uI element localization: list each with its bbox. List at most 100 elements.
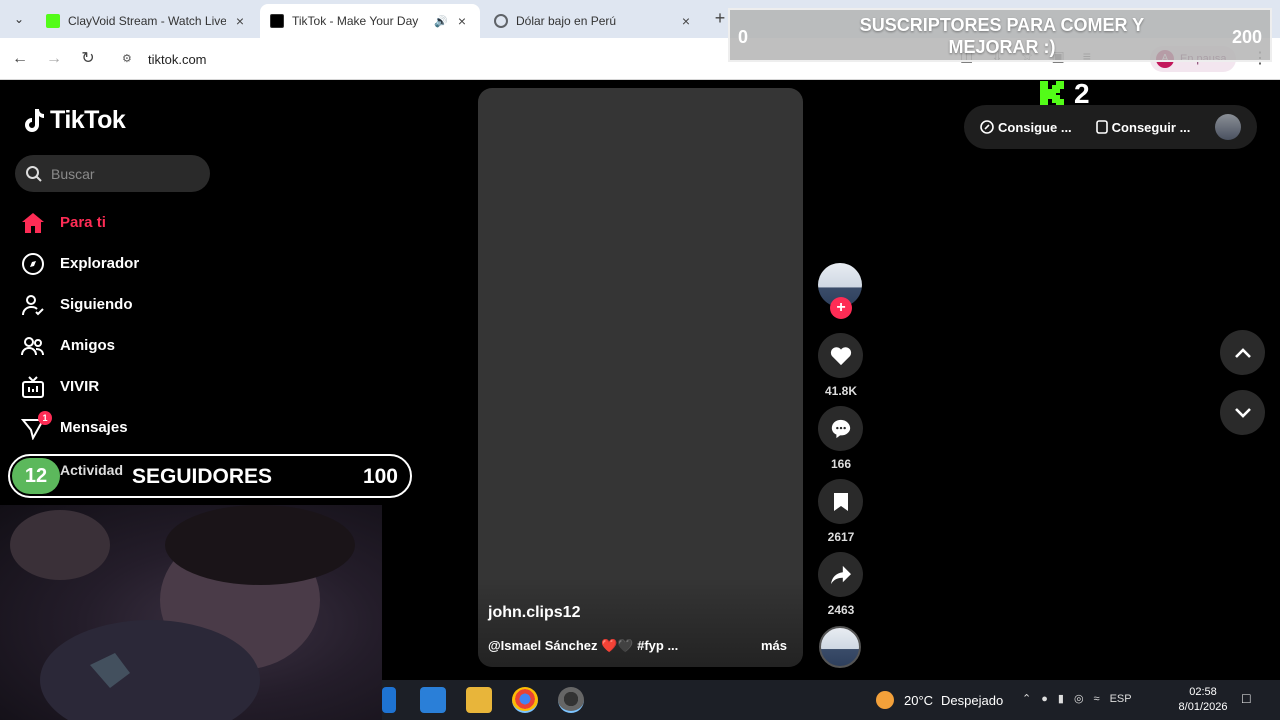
audio-playing-icon[interactable]: 🔊	[434, 15, 448, 28]
sidebar-item-mensajes[interactable]: 1 Mensajes	[20, 407, 139, 448]
sidebar-item-explorador[interactable]: Explorador	[20, 243, 139, 284]
close-tab-icon[interactable]: ×	[678, 13, 694, 29]
chrome-icon[interactable]	[512, 687, 538, 713]
forward-button[interactable]: →	[43, 48, 65, 70]
tab-title: Dólar bajo en Perú	[516, 14, 617, 28]
windows-taskbar: 20°C Despejado ⌃ ● ▮ ◎ ≈ ESP 02:58 8/01/…	[382, 680, 1280, 720]
get-coins-button[interactable]: Consigue ...	[980, 120, 1072, 135]
subs-goal-message: SUSCRIPTORES PARA COMER Y MEJORAR :)	[859, 15, 1145, 57]
tiktok-logo[interactable]: TikTok	[22, 106, 126, 135]
chevron-up-icon	[1234, 347, 1251, 358]
language-indicator[interactable]: ESP	[1110, 693, 1132, 705]
more-link[interactable]: más	[761, 638, 787, 653]
store-icon[interactable]	[420, 687, 446, 713]
get-coins-label: Consigue ...	[998, 119, 1072, 135]
clock-date: 8/01/2026	[1178, 701, 1228, 713]
tab-title: ClayVoid Stream - Watch Live c	[68, 14, 226, 28]
file-explorer-icon[interactable]	[466, 687, 492, 713]
share-icon	[830, 565, 851, 584]
notifications-icon[interactable]: □	[1242, 690, 1250, 706]
subs-goal-overlay: 0 SUSCRIPTORES PARA COMER Y MEJORAR :) 2…	[728, 8, 1272, 62]
home-icon	[20, 210, 46, 236]
tab-title: TikTok - Make Your Day	[292, 14, 419, 28]
wifi-icon[interactable]: ≈	[1094, 693, 1100, 705]
heart-icon	[830, 346, 851, 365]
weather-widget[interactable]: 20°C Despejado	[876, 691, 1003, 709]
tray-expand-icon[interactable]: ⌃	[1022, 692, 1031, 705]
sidebar-item-label: Siguiendo	[60, 296, 133, 313]
search-box[interactable]	[15, 155, 210, 192]
new-tab-button[interactable]: +	[710, 8, 730, 30]
tab-search-button[interactable]: ⌄	[8, 8, 30, 30]
subs-goal-max: 200	[1231, 27, 1262, 47]
save-button[interactable]	[818, 479, 863, 524]
url-text: tiktok.com	[148, 51, 207, 67]
followers-goal-overlay: Actividad 12 SEGUIDORES 100	[8, 454, 412, 498]
obs-icon[interactable]	[558, 687, 584, 713]
sidebar-item-vivir[interactable]: VIVIR	[20, 366, 139, 407]
site-settings-icon[interactable]: ⚙	[122, 52, 136, 66]
comment-icon	[831, 419, 850, 438]
microphone-icon[interactable]: ◎	[1074, 692, 1084, 705]
sidebar-item-label: Mensajes	[60, 419, 128, 436]
globe-favicon-icon	[494, 14, 508, 28]
follow-button[interactable]: +	[830, 297, 852, 319]
sidebar-item-siguiendo[interactable]: Siguiendo	[20, 284, 139, 325]
sound-avatar[interactable]	[819, 626, 861, 668]
sidebar-item-actividad[interactable]: Actividad	[60, 462, 123, 478]
live-icon	[20, 374, 46, 400]
sidebar-item-amigos[interactable]: Amigos	[20, 325, 139, 366]
sidebar-item-label: Explorador	[60, 255, 140, 272]
clock[interactable]: 02:58 8/01/2026	[1168, 685, 1238, 715]
get-app-label: Conseguir ...	[1111, 119, 1191, 135]
close-tab-icon[interactable]: ×	[232, 13, 248, 29]
top-actions: Consigue ... Conseguir ...	[964, 105, 1257, 149]
video-author[interactable]: john.clips12	[488, 604, 580, 622]
weather-text: Despejado	[941, 692, 1004, 708]
back-button[interactable]: ←	[9, 48, 31, 70]
sidebar-item-label: Para ti	[60, 214, 106, 231]
tab-clayvoid[interactable]: ClayVoid Stream - Watch Live c ×	[36, 4, 258, 38]
get-app-button[interactable]: Conseguir ...	[1095, 119, 1191, 135]
comment-button[interactable]	[818, 406, 863, 451]
like-count: 41.8K	[824, 384, 858, 398]
brand-name: TikTok	[50, 106, 126, 134]
coin-icon	[980, 120, 994, 134]
webcam-image	[10, 505, 355, 720]
temperature: 20°C	[904, 692, 934, 708]
following-icon	[20, 292, 46, 318]
tray-app-icon[interactable]: ●	[1041, 693, 1048, 705]
user-avatar[interactable]	[1215, 114, 1241, 140]
sidebar-item-label: VIVIR	[60, 378, 100, 395]
sidebar-nav: Para ti Explorador Siguiendo Amigos VIVI…	[20, 202, 139, 448]
tiktok-favicon-icon	[270, 14, 284, 28]
close-tab-icon[interactable]: ×	[454, 13, 470, 29]
battery-icon[interactable]: ▮	[1058, 692, 1064, 705]
followers-count: 12	[12, 458, 60, 494]
reload-button[interactable]: ↻	[77, 48, 99, 70]
video-player[interactable]: john.clips12 @Ismael Sánchez ❤️🖤 #fyp ..…	[478, 88, 803, 667]
sidebar-item-label: Amigos	[60, 337, 116, 354]
phone-icon	[1095, 120, 1108, 134]
bookmark-icon	[833, 492, 848, 511]
search-icon	[26, 165, 42, 182]
like-button[interactable]	[818, 333, 863, 378]
system-tray: ⌃ ● ▮ ◎ ≈ ESP	[1022, 692, 1132, 706]
kick-favicon-icon	[46, 14, 60, 28]
tab-tiktok[interactable]: TikTok - Make Your Day 🔊 ×	[260, 4, 480, 38]
comment-count: 166	[830, 457, 852, 471]
clock-time: 02:58	[1189, 686, 1217, 698]
friends-icon	[20, 333, 46, 359]
tab-dolar[interactable]: Dólar bajo en Perú ×	[484, 4, 704, 38]
search-input[interactable]	[51, 165, 191, 182]
sidebar-item-para-ti[interactable]: Para ti	[20, 202, 139, 243]
share-count: 2463	[827, 603, 855, 617]
tiktok-note-icon	[25, 108, 44, 132]
next-video-button[interactable]	[1220, 390, 1265, 435]
webcam-feed	[0, 505, 382, 720]
outlook-icon[interactable]	[382, 687, 396, 713]
share-button[interactable]	[818, 552, 863, 597]
followers-goal: 100	[362, 465, 398, 488]
previous-video-button[interactable]	[1220, 330, 1265, 375]
chevron-down-icon	[1234, 407, 1251, 418]
